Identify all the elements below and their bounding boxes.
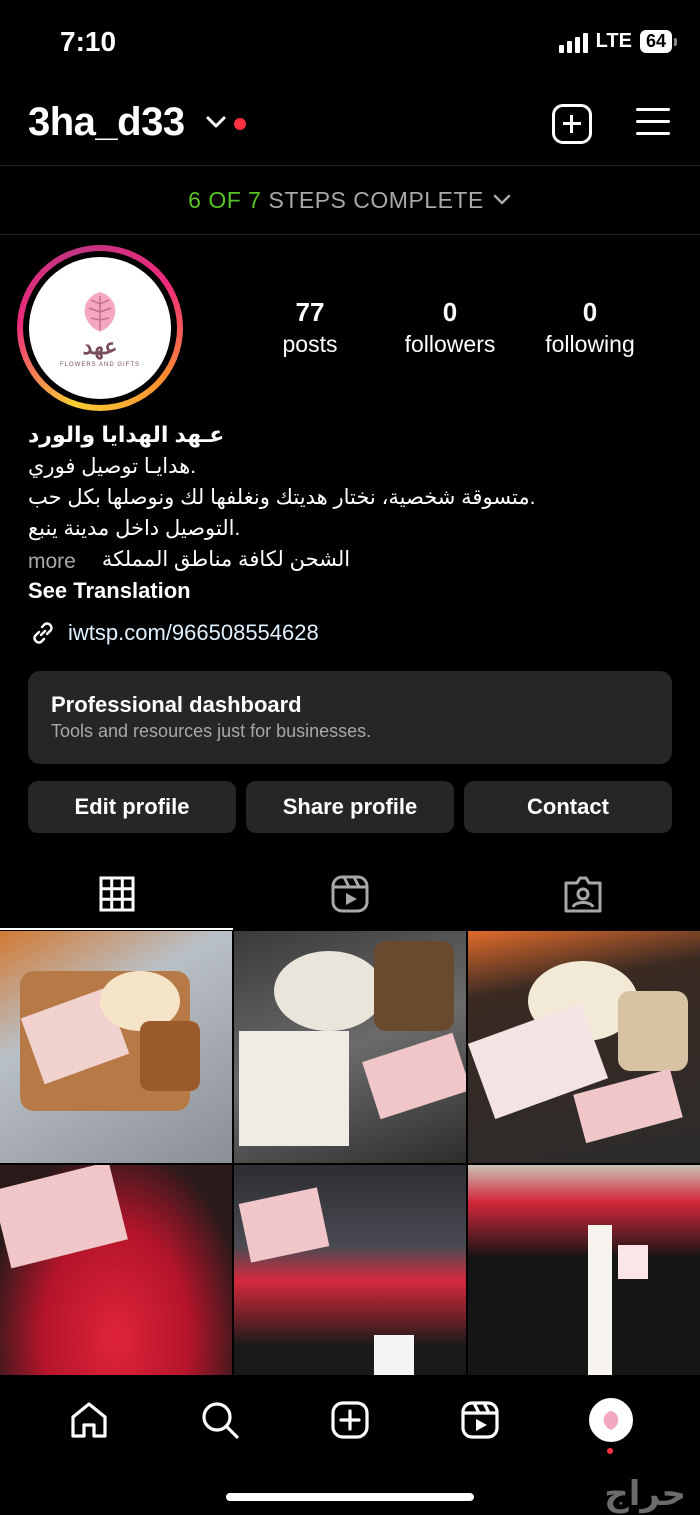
avatar[interactable]: عهد FLOWERS AND GIFTS <box>17 245 183 411</box>
notification-dot <box>234 118 246 130</box>
tab-tagged[interactable] <box>467 858 700 930</box>
coffee-cup-shape <box>140 1021 200 1091</box>
stat-label: followers <box>404 331 496 357</box>
card-shape <box>0 1165 128 1269</box>
profile-header: 3ha_d33 <box>0 90 700 160</box>
display-name: عـهد الهدايا والورد <box>28 422 225 447</box>
post-gift-box-with-white-roses-and-coffee[interactable] <box>234 931 466 1163</box>
reels-icon <box>461 1401 499 1439</box>
card-shape <box>238 1187 330 1263</box>
create-icon <box>331 1401 369 1439</box>
label-shape <box>618 1245 648 1279</box>
stat-following[interactable]: 0 following <box>520 296 660 360</box>
bio-more-row: more الشحن لكافة مناطق المملكة <box>28 547 678 577</box>
edit-profile-button[interactable]: Edit profile <box>28 781 236 833</box>
profile-tabs <box>0 858 700 930</box>
chevron-down-icon <box>493 194 511 205</box>
status-indicators: LTE 64 <box>558 30 678 53</box>
bio-line: متسوقة شخصية، نختار هديتك ونغلفها لك ونو… <box>28 486 536 509</box>
stat-posts[interactable]: 77 posts <box>240 296 380 360</box>
network-label: LTE <box>595 30 632 52</box>
chevron-down-icon[interactable] <box>205 114 227 130</box>
coffee-cup-shape <box>374 941 454 1031</box>
avatar-image: عهد FLOWERS AND GIFTS <box>29 257 171 399</box>
bio-line: هدايـا توصيل فوري. <box>28 455 197 478</box>
signal-icon <box>558 31 588 53</box>
leaf-logo-icon <box>84 292 116 332</box>
create-button[interactable] <box>552 104 592 144</box>
profile-stats: 77 posts 0 followers 0 following <box>240 296 660 360</box>
more-link[interactable]: more <box>28 550 76 574</box>
gift-box-shape <box>239 1031 349 1146</box>
nav-home[interactable] <box>61 1392 117 1448</box>
profile-actions: Edit profile Share profile Contact <box>28 781 672 833</box>
menu-icon[interactable] <box>636 108 670 138</box>
notification-dot <box>606 1448 613 1454</box>
post-gift-box-tray-with-roses-and-coffee[interactable] <box>468 931 700 1163</box>
steps-progress[interactable]: 6 OF 7 STEPS COMPLETE <box>0 166 700 234</box>
tab-grid[interactable] <box>0 858 234 930</box>
profile-avatar <box>588 1398 633 1442</box>
bio-line: الشحن لكافة مناطق المملكة <box>101 547 351 571</box>
post-valentines-red-roses-black-box[interactable] <box>468 1165 700 1397</box>
profile-link[interactable]: iwtsp.com/966508554628 <box>28 618 319 648</box>
username[interactable]: 3ha_d33 <box>28 100 185 145</box>
contact-button[interactable]: Contact <box>464 781 672 833</box>
roses-shape <box>274 951 384 1031</box>
stat-value: 77 <box>295 297 325 327</box>
stat-value: 0 <box>442 297 458 327</box>
home-indicator[interactable] <box>226 1493 474 1501</box>
post-grid <box>0 931 700 1397</box>
stat-followers[interactable]: 0 followers <box>380 296 520 360</box>
tagged-icon <box>564 876 602 913</box>
profile-bio: عـهد الهدايا والورد هدايـا توصيل فوري. م… <box>28 422 678 577</box>
stat-label: following <box>545 331 635 357</box>
steps-done: 6 OF 7 <box>188 186 262 213</box>
coffee-cup-shape <box>618 991 688 1071</box>
post-red-roses-box-in-car[interactable] <box>234 1165 466 1397</box>
reels-icon <box>331 875 369 913</box>
stat-value: 0 <box>582 297 598 327</box>
ribbon-shape <box>588 1225 612 1395</box>
status-bar: 7:10 LTE 64 <box>0 0 700 84</box>
brand-logo-text: عهد <box>82 334 118 360</box>
watermark: حراج <box>604 1474 686 1514</box>
see-translation-link[interactable]: See Translation <box>28 578 191 604</box>
share-profile-button[interactable]: Share profile <box>246 781 454 833</box>
grid-icon <box>99 876 135 912</box>
post-gift-box-with-roses-and-iced-coffee[interactable] <box>0 931 232 1163</box>
nav-profile[interactable] <box>583 1392 639 1454</box>
link-icon <box>33 622 53 644</box>
steps-label: STEPS COMPLETE <box>268 186 484 213</box>
brand-subtitle: FLOWERS AND GIFTS <box>59 362 140 368</box>
nav-search[interactable] <box>192 1392 248 1448</box>
profile-link-text: iwtsp.com/966508554628 <box>68 620 319 645</box>
post-red-roses-bouquet-with-card[interactable] <box>0 1165 232 1397</box>
search-icon <box>201 1402 239 1439</box>
stat-label: posts <box>282 331 338 357</box>
bottom-nav <box>0 1375 700 1465</box>
card-shape <box>362 1032 466 1120</box>
nav-reels[interactable] <box>452 1392 508 1448</box>
bio-line: التوصيل داخل مدينة ينبع. <box>28 517 241 540</box>
divider <box>0 234 700 235</box>
dashboard-title: Professional dashboard <box>51 692 302 717</box>
leaf-logo-icon <box>603 1410 619 1431</box>
battery-icon: 64 <box>639 30 678 53</box>
status-time: 7:10 <box>60 26 117 57</box>
dashboard-description: Tools and resources just for businesses. <box>51 721 372 741</box>
professional-dashboard-card[interactable]: Professional dashboard Tools and resourc… <box>28 671 672 764</box>
nav-create[interactable] <box>322 1392 378 1448</box>
tab-reels[interactable] <box>233 858 466 930</box>
home-icon <box>71 1402 107 1438</box>
